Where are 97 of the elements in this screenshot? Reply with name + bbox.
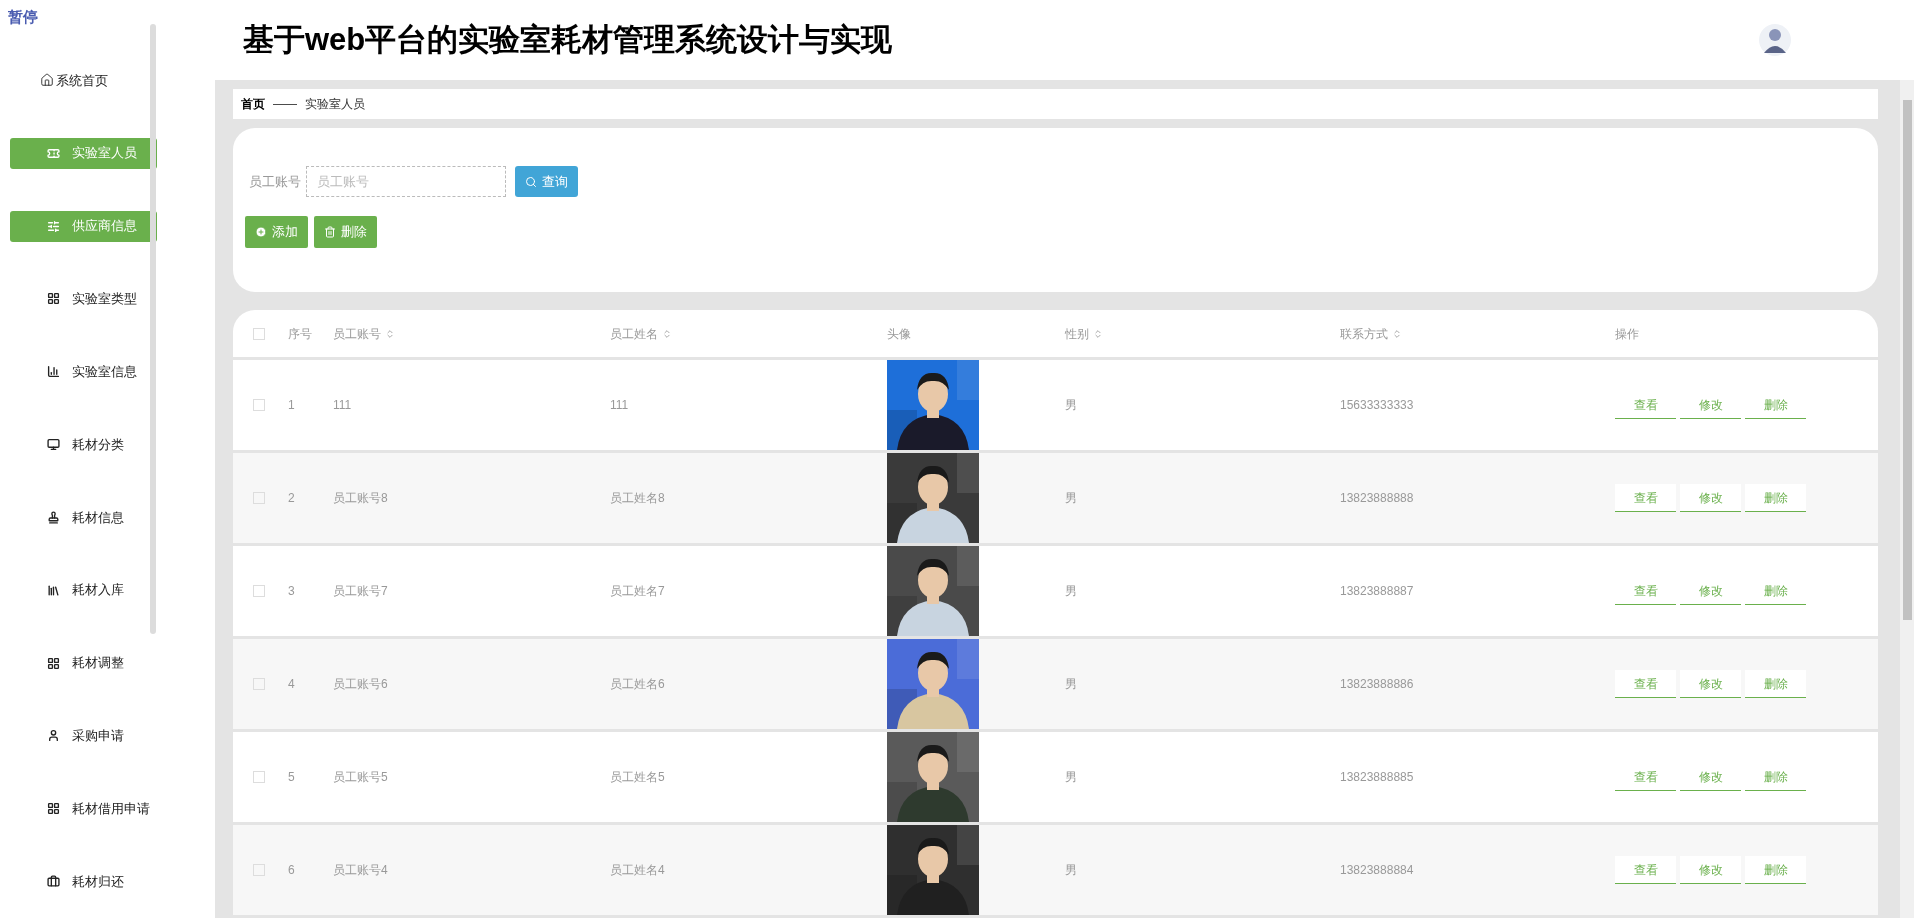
table-cell: 男	[1065, 491, 1077, 505]
row-checkbox[interactable]	[253, 864, 265, 876]
table-cell: 1	[288, 398, 295, 412]
table-cell: 13823888885	[1340, 770, 1414, 784]
page-title: 基于web平台的实验室耗材管理系统设计与实现	[243, 20, 893, 59]
table-cell: 15633333333	[1340, 398, 1414, 412]
sidebar-item[interactable]: 实验室类型	[10, 283, 157, 315]
header-checkbox[interactable]	[253, 327, 265, 340]
row-checkbox[interactable]	[253, 771, 265, 783]
grid-icon	[47, 292, 60, 306]
row-action-link[interactable]: 修改	[1680, 670, 1741, 698]
grid-icon	[47, 802, 60, 816]
breadcrumb-link[interactable]: 首页	[241, 95, 265, 113]
table-cell: 6	[288, 863, 295, 877]
table-cell: 员工账号8	[333, 491, 388, 505]
books-icon	[47, 583, 60, 597]
column-header: 头像	[887, 325, 911, 343]
bar-chart-icon	[47, 365, 60, 379]
overlay-label: 暂停	[8, 7, 38, 27]
plus-icon	[255, 226, 267, 238]
sidebar-item[interactable]: 系统首页	[10, 64, 157, 96]
row-action-link[interactable]: 修改	[1680, 856, 1741, 884]
column-header: 性别	[1065, 325, 1089, 343]
table-cell: 男	[1065, 584, 1077, 598]
row-checkbox[interactable]	[253, 399, 265, 411]
table-cell: 员工账号5	[333, 770, 388, 784]
column-header: 员工姓名	[610, 325, 658, 343]
row-action-link[interactable]: 查看	[1615, 484, 1676, 512]
row-action-link[interactable]: 修改	[1680, 484, 1741, 512]
sidebar-item[interactable]: 耗材调整	[10, 647, 157, 679]
table-cell: 员工账号6	[333, 677, 388, 691]
table-cell: 5	[288, 770, 295, 784]
row-action-link[interactable]: 查看	[1615, 856, 1676, 884]
sort-icon	[385, 328, 395, 339]
sort-icon	[662, 328, 672, 339]
trash-icon	[324, 226, 336, 238]
home-icon	[40, 73, 54, 88]
table-cell: 13823888886	[1340, 677, 1414, 691]
delete-button[interactable]: 删除	[314, 216, 377, 248]
table-cell: 4	[288, 677, 295, 691]
column-header: 员工账号	[333, 325, 381, 343]
table-cell: 员工姓名5	[610, 770, 665, 784]
grid-icon	[47, 656, 60, 670]
scrollbar[interactable]	[150, 24, 156, 634]
sidebar-item[interactable]: 采购申请	[10, 720, 157, 752]
row-action-link[interactable]: 查看	[1615, 670, 1676, 698]
sidebar-item[interactable]: 耗材信息	[10, 501, 157, 533]
sidebar-item[interactable]: 实验室人员	[10, 137, 157, 169]
table-cell: 3	[288, 584, 295, 598]
field-label: 员工账号	[249, 172, 301, 191]
stamp-icon	[47, 510, 60, 524]
search-field[interactable]: 员工账号	[306, 166, 506, 197]
sidebar-item[interactable]: 供应商信息	[10, 210, 157, 242]
table-cell: 13823888887	[1340, 584, 1414, 598]
table-cell: 111	[333, 398, 352, 412]
table-cell: 男	[1065, 398, 1077, 412]
sidebar-item[interactable]: 耗材归还	[10, 866, 157, 897]
column-header: 序号	[288, 325, 312, 343]
person-icon	[47, 729, 60, 743]
column-header: 联系方式	[1340, 325, 1388, 343]
avatar-icon[interactable]	[1758, 23, 1792, 57]
table-cell: 男	[1065, 770, 1077, 784]
table-cell: 员工账号7	[333, 584, 388, 598]
row-checkbox[interactable]	[253, 585, 265, 597]
table-cell: 13823888884	[1340, 863, 1414, 877]
table-cell: 2	[288, 491, 295, 505]
ticket-icon	[47, 146, 60, 160]
table-cell: 员工账号4	[333, 863, 388, 877]
add-button[interactable]: 添加	[245, 216, 308, 248]
table-cell: 员工姓名8	[610, 491, 665, 505]
row-action-link[interactable]: 删除	[1745, 670, 1806, 698]
row-action-link[interactable]: 删除	[1745, 856, 1806, 884]
search-icon	[525, 175, 537, 188]
sidebar-item[interactable]: 实验室信息	[10, 356, 157, 388]
row-checkbox[interactable]	[253, 492, 265, 504]
column-header: 操作	[1615, 325, 1639, 343]
table-cell: 员工姓名4	[610, 863, 665, 877]
sidebar-item[interactable]: 耗材分类	[10, 429, 157, 461]
table-cell: 男	[1065, 863, 1077, 877]
table-cell: 男	[1065, 677, 1077, 691]
breadcrumb-separator: ——	[273, 96, 297, 113]
sort-icon	[1093, 328, 1103, 339]
monitor-icon	[47, 438, 60, 452]
scrollbar[interactable]	[1902, 100, 1912, 620]
breadcrumb-current: 实验室人员	[305, 96, 365, 113]
sidebar-item[interactable]: 耗材入库	[10, 574, 157, 606]
sliders-icon	[47, 219, 60, 233]
table-cell: 111	[610, 398, 629, 412]
search-button[interactable]: 查询	[515, 166, 578, 197]
table-cell: 员工姓名6	[610, 677, 665, 691]
briefcase-icon	[47, 875, 60, 888]
sort-icon	[1392, 328, 1402, 339]
sidebar-item[interactable]: 耗材借用申请	[10, 793, 157, 825]
row-action-link[interactable]: 删除	[1745, 484, 1806, 512]
row-checkbox[interactable]	[253, 678, 265, 690]
table-cell: 员工姓名7	[610, 584, 665, 598]
table-cell: 13823888888	[1340, 491, 1414, 505]
